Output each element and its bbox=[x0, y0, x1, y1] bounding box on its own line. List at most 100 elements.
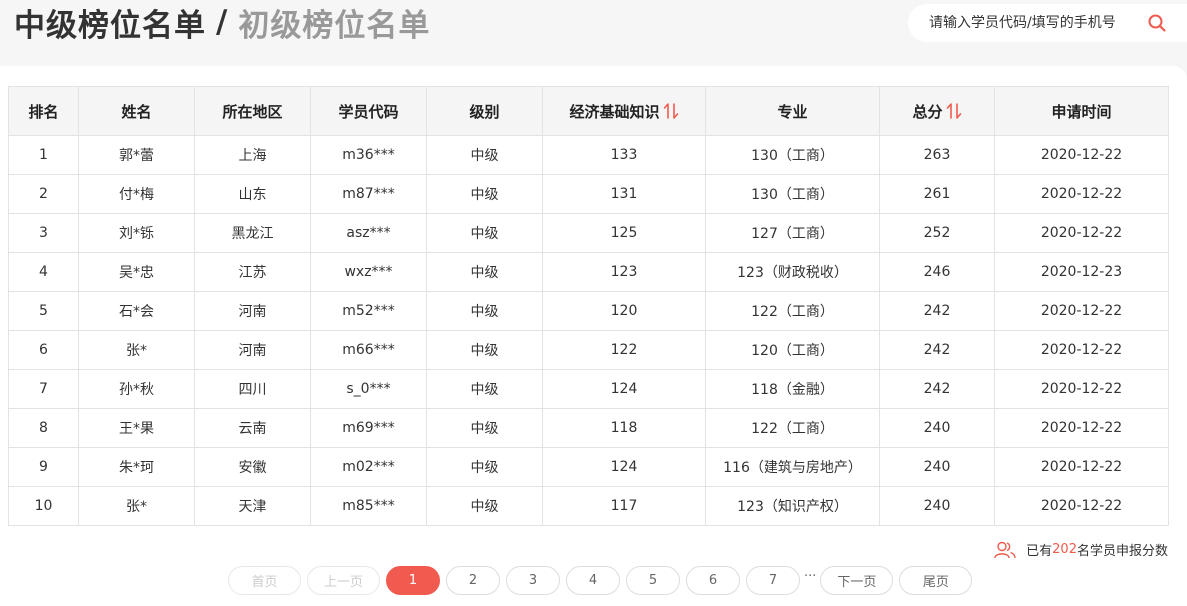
table-row: 4 吴*忠 江苏 wxz*** 中级 123 123（财政税收） 246 2020-12-23 bbox=[8, 252, 1169, 292]
table-row: 8 王*果 云南 m69*** 中级 118 122（工商） 240 2020-12-22 bbox=[8, 408, 1169, 448]
stats-count: 202 bbox=[1052, 542, 1077, 557]
search-input[interactable] bbox=[929, 15, 1149, 31]
tab-junior[interactable]: 初级榜位名单 bbox=[238, 0, 430, 45]
ranking-tabs: 中级榜位名单 / 初级榜位名单 bbox=[14, 0, 430, 45]
page-button-6[interactable]: 6 bbox=[686, 566, 740, 595]
column-header: 所在地区 bbox=[194, 86, 311, 136]
search-icon[interactable] bbox=[1148, 14, 1166, 32]
table-row: 10 张* 天津 m85*** 中级 117 123（知识产权） 240 2020-12-22 bbox=[8, 486, 1169, 526]
table-cell: 4 bbox=[8, 252, 79, 292]
page-button-1[interactable]: 1 bbox=[386, 566, 440, 595]
table-cell: 120 bbox=[542, 291, 706, 331]
page-button-4[interactable]: 4 bbox=[566, 566, 620, 595]
next-page-button[interactable]: 下一页 bbox=[820, 566, 894, 595]
table-cell: 120（工商） bbox=[705, 330, 880, 370]
column-header-label: 排名 bbox=[28, 102, 59, 121]
sort-icon[interactable] bbox=[946, 102, 962, 120]
table-cell: 付*梅 bbox=[78, 174, 195, 214]
stats-suffix: 名学员申报分数 bbox=[1076, 544, 1168, 559]
table-cell: m02*** bbox=[310, 447, 427, 487]
table-cell: m69*** bbox=[310, 408, 427, 448]
table-cell: 127（工商） bbox=[705, 213, 880, 253]
table-cell: 中级 bbox=[426, 486, 543, 526]
first-page-button[interactable]: 首页 bbox=[228, 566, 301, 595]
table-cell: 2020-12-22 bbox=[994, 486, 1169, 526]
table-cell: 中级 bbox=[426, 408, 543, 448]
table-cell: m36*** bbox=[310, 135, 427, 175]
page-button-5[interactable]: 5 bbox=[626, 566, 680, 595]
stats-prefix: 已有 bbox=[1026, 544, 1053, 559]
table-cell: 118（金融） bbox=[705, 369, 880, 409]
table-row: 2 付*梅 山东 m87*** 中级 131 130（工商） 261 2020-12-22 bbox=[8, 174, 1169, 214]
column-header-label: 姓名 bbox=[121, 102, 152, 121]
table-cell: 2020-12-22 bbox=[994, 369, 1169, 409]
table-cell: 242 bbox=[879, 330, 995, 370]
column-header-label: 学员代码 bbox=[338, 102, 399, 121]
tab-separator: / bbox=[216, 4, 229, 40]
table-cell: 中级 bbox=[426, 369, 543, 409]
table-cell: 263 bbox=[879, 135, 995, 175]
table-cell: 2 bbox=[8, 174, 79, 214]
last-page-button[interactable]: 尾页 bbox=[899, 566, 973, 595]
column-header-label: 所在地区 bbox=[222, 102, 283, 121]
table-cell: m85*** bbox=[310, 486, 427, 526]
prev-page-button[interactable]: 上一页 bbox=[307, 566, 380, 595]
table-cell: s_0*** bbox=[310, 369, 427, 409]
table-cell: 2020-12-22 bbox=[994, 330, 1169, 370]
table-row: 5 石*会 河南 m52*** 中级 120 122（工商） 242 2020-12-22 bbox=[8, 291, 1169, 331]
table-cell: 242 bbox=[879, 369, 995, 409]
table-cell: 5 bbox=[8, 291, 79, 331]
table-cell: 130（工商） bbox=[705, 135, 880, 175]
table-cell: 2020-12-22 bbox=[994, 447, 1169, 487]
table-cell: 中级 bbox=[426, 252, 543, 292]
column-header-label: 总分 bbox=[912, 102, 943, 121]
column-header[interactable]: 经济基础知识 bbox=[542, 86, 706, 136]
table-cell: 江苏 bbox=[194, 252, 311, 292]
table-cell: 8 bbox=[8, 408, 79, 448]
table-cell: m66*** bbox=[310, 330, 427, 370]
table-cell: 9 bbox=[8, 447, 79, 487]
column-header-label: 级别 bbox=[469, 102, 500, 121]
table-cell: 240 bbox=[879, 408, 995, 448]
table-cell: 安徽 bbox=[194, 447, 311, 487]
table-cell: 吴*忠 bbox=[78, 252, 195, 292]
table-cell: 张* bbox=[78, 486, 195, 526]
search-box bbox=[908, 4, 1187, 42]
table-cell: 中级 bbox=[426, 291, 543, 331]
table-cell: 10 bbox=[8, 486, 79, 526]
page-button-3[interactable]: 3 bbox=[506, 566, 560, 595]
table-cell: 天津 bbox=[194, 486, 311, 526]
column-header: 姓名 bbox=[78, 86, 195, 136]
table-cell: 130（工商） bbox=[705, 174, 880, 214]
ranking-panel: 排名 姓名 所在地区 学员代码 级别 经济基础知识 专业 总分 申请时间 1 郭*蕾 上海 m36**… bbox=[0, 66, 1187, 606]
table-cell: 石*会 bbox=[78, 291, 195, 331]
pagination: 首页 上一页 1234567 ··· 下一页 尾页 bbox=[228, 566, 978, 595]
page-button-2[interactable]: 2 bbox=[446, 566, 500, 595]
table-cell: 6 bbox=[8, 330, 79, 370]
table-cell: 131 bbox=[542, 174, 706, 214]
table-row: 7 孙*秋 四川 s_0*** 中级 124 118（金融） 242 2020-12-22 bbox=[8, 369, 1169, 409]
table-cell: 2020-12-22 bbox=[994, 291, 1169, 331]
sort-icon[interactable] bbox=[663, 102, 679, 120]
column-header: 排名 bbox=[8, 86, 79, 136]
table-body: 1 郭*蕾 上海 m36*** 中级 133 130（工商） 263 2020-12-22 2 付*… bbox=[8, 135, 1169, 526]
table-cell: 中级 bbox=[426, 174, 543, 214]
table-cell: 河南 bbox=[194, 291, 311, 331]
table-cell: 2020-12-22 bbox=[994, 174, 1169, 214]
table-cell: 2020-12-22 bbox=[994, 213, 1169, 253]
tab-intermediate[interactable]: 中级榜位名单 bbox=[14, 0, 206, 45]
column-header[interactable]: 总分 bbox=[879, 86, 995, 136]
table-cell: 中级 bbox=[426, 213, 543, 253]
column-header: 专业 bbox=[705, 86, 880, 136]
table-cell: m87*** bbox=[310, 174, 427, 214]
table-cell: m52*** bbox=[310, 291, 427, 331]
table-cell: 242 bbox=[879, 291, 995, 331]
page-button-7[interactable]: 7 bbox=[746, 566, 800, 595]
table-row: 1 郭*蕾 上海 m36*** 中级 133 130（工商） 263 2020-12-22 bbox=[8, 135, 1169, 175]
table-cell: asz*** bbox=[310, 213, 427, 253]
table-cell: 上海 bbox=[194, 135, 311, 175]
column-header: 学员代码 bbox=[310, 86, 427, 136]
table-cell: 中级 bbox=[426, 447, 543, 487]
table-cell: 124 bbox=[542, 447, 706, 487]
pagination-ellipsis: ··· bbox=[804, 569, 817, 584]
